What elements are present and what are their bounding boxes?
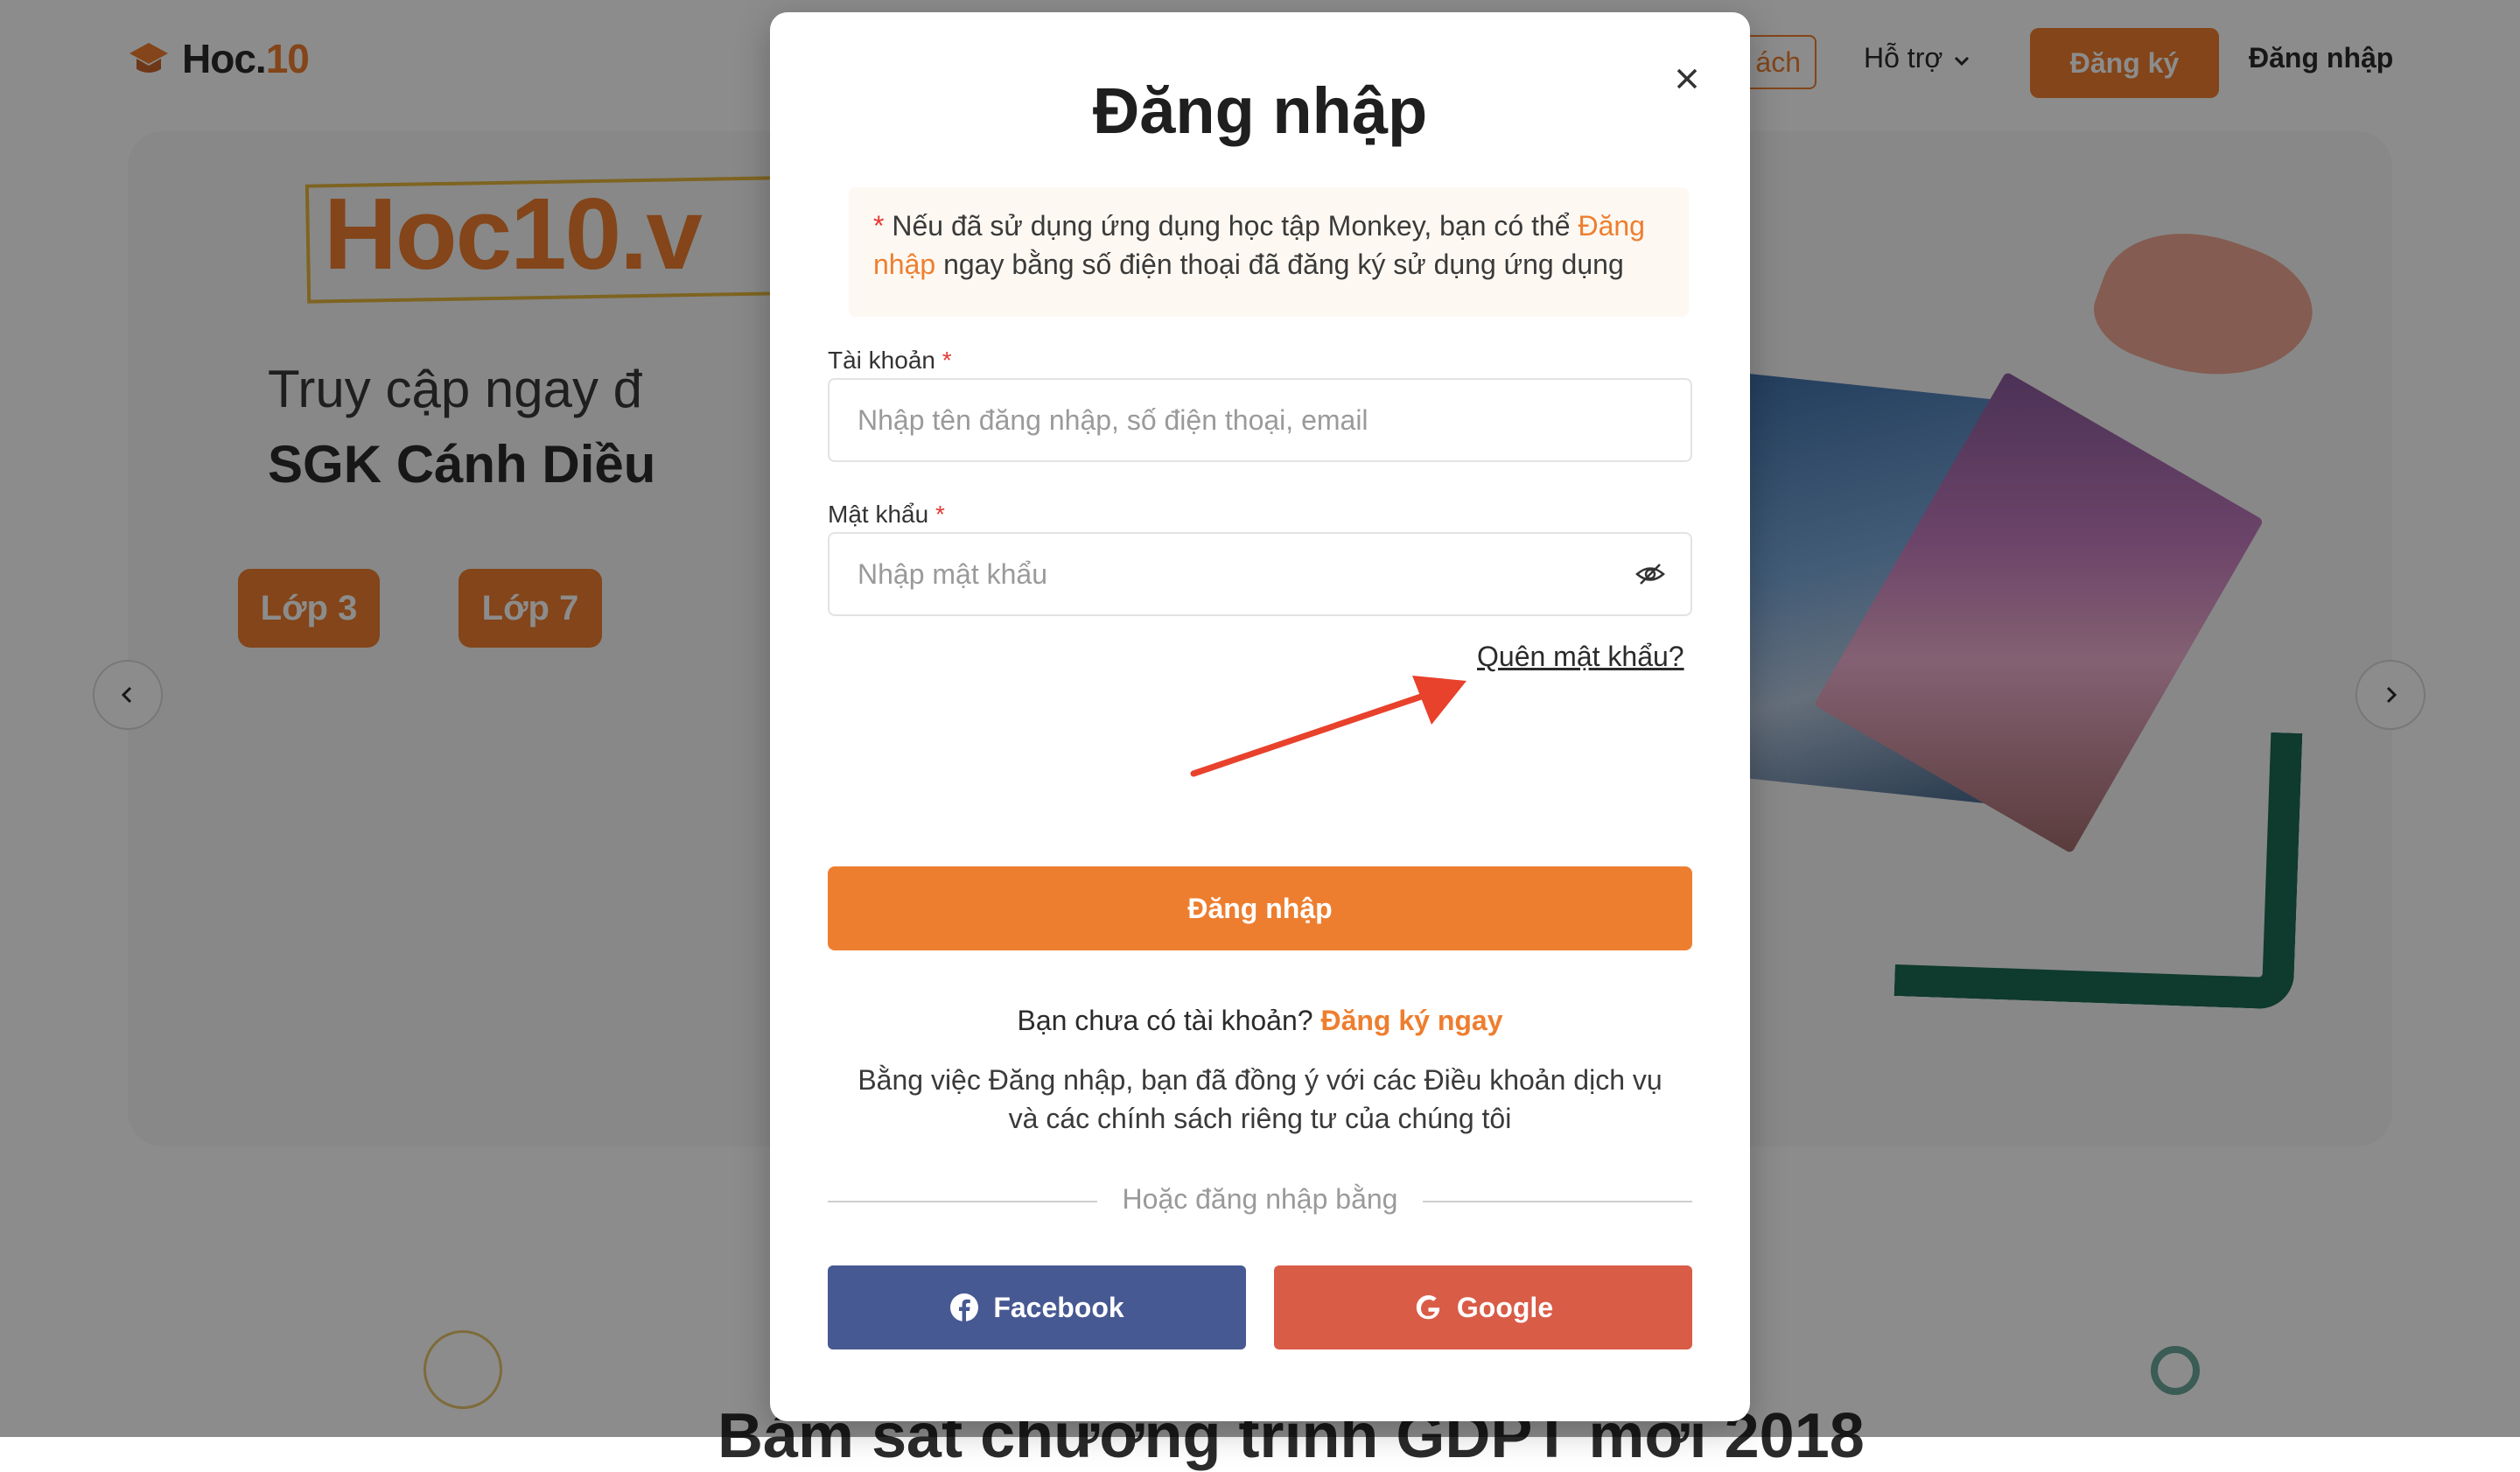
notice-marker: *: [873, 210, 885, 242]
login-modal: Đăng nhập * Nếu đã sử dụng ứng dụng học …: [770, 12, 1750, 1421]
terms-line-1: Bằng việc Đăng nhập, bạn đã đồng ý với c…: [858, 1064, 1662, 1096]
facebook-icon: [950, 1293, 979, 1322]
no-account-text: Bạn chưa có tài khoản?: [1017, 1005, 1321, 1036]
notice-text-before: Nếu đã sử dụng ứng dụng học tập Monkey, …: [884, 210, 1578, 242]
divider-text: Hoặc đăng nhập bằng: [1122, 1183, 1398, 1215]
forgot-password-link[interactable]: Quên mật khẩu?: [1477, 641, 1684, 673]
google-login-button[interactable]: Google: [1274, 1265, 1692, 1349]
toggle-password-visibility[interactable]: [1633, 558, 1668, 590]
login-submit-button[interactable]: Đăng nhập: [828, 866, 1692, 950]
password-required-marker: *: [934, 501, 945, 528]
account-label-text: Tài khoản: [828, 347, 935, 374]
eye-hidden-icon: [1635, 564, 1665, 585]
modal-title: Đăng nhập: [1092, 74, 1428, 147]
divider-line-left: [828, 1201, 1097, 1202]
account-label: Tài khoản *: [828, 347, 952, 375]
notice-text-after: ngay bằng số điện thoại đã đăng ký sử dụ…: [935, 249, 1624, 280]
no-account-prompt: Bạn chưa có tài khoản? Đăng ký ngay: [770, 1005, 1750, 1037]
password-label: Mật khẩu *: [828, 501, 945, 529]
register-now-link[interactable]: Đăng ký ngay: [1320, 1005, 1502, 1036]
google-icon: [1416, 1294, 1439, 1320]
close-icon: [1676, 68, 1698, 89]
divider-line-right: [1423, 1201, 1692, 1202]
google-button-label: Google: [1456, 1291, 1554, 1323]
password-label-text: Mật khẩu: [828, 501, 929, 528]
terms-line-2: và các chính sách riêng tư của chúng tôi: [1008, 1103, 1512, 1134]
facebook-button-label: Facebook: [993, 1291, 1124, 1323]
password-input[interactable]: [828, 532, 1692, 616]
annotation-arrow-icon: [1190, 676, 1466, 777]
account-required-marker: *: [942, 347, 952, 374]
facebook-login-button[interactable]: Facebook: [828, 1265, 1246, 1349]
terms-notice: Bằng việc Đăng nhập, bạn đã đồng ý với c…: [828, 1061, 1692, 1138]
close-button[interactable]: [1668, 60, 1706, 98]
monkey-notice: * Nếu đã sử dụng ứng dụng học tập Monkey…: [849, 187, 1689, 317]
account-input[interactable]: [828, 378, 1692, 462]
